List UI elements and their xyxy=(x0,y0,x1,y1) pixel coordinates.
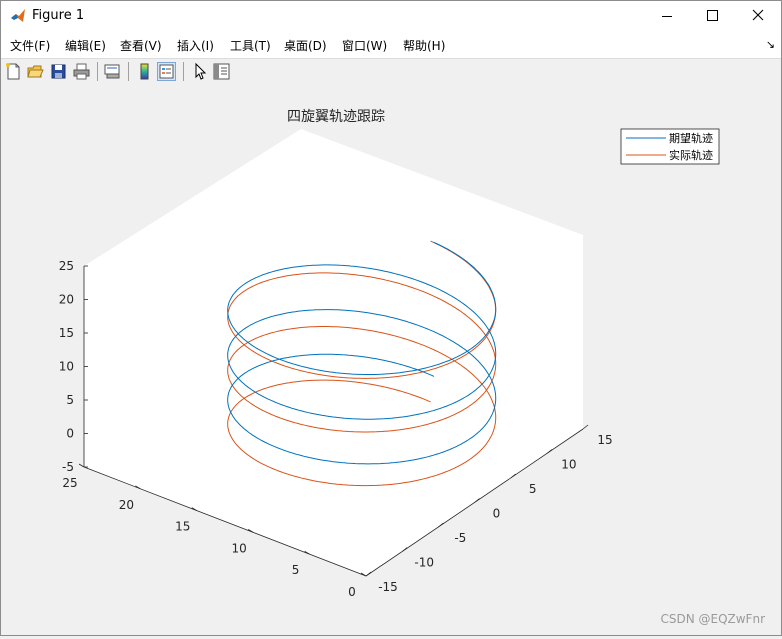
x-tick-label: 10 xyxy=(561,458,576,472)
x-tick-label: 5 xyxy=(529,482,537,496)
legend-label-actual: 实际轨迹 xyxy=(669,148,713,162)
new-figure-button[interactable] xyxy=(4,62,23,81)
menu-edit[interactable]: 编辑(E) xyxy=(65,37,106,54)
window-title: Figure 1 xyxy=(32,8,85,23)
x-tick-label: -15 xyxy=(378,580,398,594)
z-tick-label: 0 xyxy=(66,427,74,441)
z-tick-label: -5 xyxy=(62,460,74,474)
watermark-text: CSDN @EQZwFnr xyxy=(660,612,765,626)
axes-3d[interactable]: 四旋翼轨迹跟踪 -5 0 5 10 15 20 25 0 5 10 15 20 25 -15 -10 -5… xyxy=(1,85,781,635)
y-tick-label: 5 xyxy=(292,563,300,577)
x-tick-label: -10 xyxy=(414,556,434,570)
chart-title: 四旋翼轨迹跟踪 xyxy=(287,109,385,125)
menu-window[interactable]: 窗口(W) xyxy=(342,37,387,54)
maximize-button[interactable] xyxy=(689,1,735,32)
minimize-button[interactable] xyxy=(643,1,689,32)
print-icon xyxy=(73,63,90,80)
title-bar[interactable]: Figure 1 xyxy=(1,1,781,32)
y-tick-label: 10 xyxy=(232,541,247,555)
save-button[interactable] xyxy=(49,62,68,81)
toolbar-separator xyxy=(128,62,129,81)
z-tick-label: 15 xyxy=(59,326,74,340)
y-tick-label: 20 xyxy=(119,498,134,512)
menu-insert[interactable]: 插入(I) xyxy=(177,37,214,54)
axes-background xyxy=(84,129,583,576)
x-tick-label: 0 xyxy=(493,507,501,521)
edit-plot-arrow-icon xyxy=(195,62,207,80)
z-tick-label: 20 xyxy=(59,293,74,307)
menu-view[interactable]: 查看(V) xyxy=(120,37,162,54)
z-tick-label: 5 xyxy=(66,393,74,407)
x-tick-mark xyxy=(582,424,589,430)
legend-label-desired: 期望轨迹 xyxy=(669,131,713,145)
open-file-button[interactable] xyxy=(26,62,45,81)
matlab-logo-icon xyxy=(11,9,25,22)
save-icon xyxy=(51,64,66,79)
toolbar xyxy=(1,58,781,86)
toolbar-separator xyxy=(97,62,98,81)
x-tick-label: -5 xyxy=(454,531,466,545)
y-tick-mark xyxy=(78,463,85,468)
edit-plot-button[interactable] xyxy=(190,62,209,81)
toolbar-separator xyxy=(183,62,184,81)
menu-desktop[interactable]: 桌面(D) xyxy=(284,37,327,54)
menu-help[interactable]: 帮助(H) xyxy=(403,37,445,54)
insert-legend-icon xyxy=(159,64,174,79)
maximize-icon xyxy=(707,10,718,21)
z-tick-label: 10 xyxy=(59,360,74,374)
close-button[interactable] xyxy=(735,1,781,32)
menu-bar: 文件(F) 编辑(E) 查看(V) 插入(I) 工具(T) 桌面(D) 窗口(W… xyxy=(1,32,781,58)
y-tick-label: 0 xyxy=(348,585,356,599)
link-plot-button[interactable] xyxy=(103,62,122,81)
insert-colorbar-button[interactable] xyxy=(135,62,154,81)
y-tick-label: 25 xyxy=(62,476,77,490)
new-figure-icon xyxy=(6,63,20,80)
menu-tools[interactable]: 工具(T) xyxy=(230,37,271,54)
figure-canvas: 四旋翼轨迹跟踪 -5 0 5 10 15 20 25 0 5 10 15 20 25 -15 -10 -5… xyxy=(1,85,781,635)
insert-legend-button[interactable] xyxy=(157,62,176,81)
y-tick-label: 15 xyxy=(175,520,190,534)
link-plot-icon xyxy=(104,64,120,79)
x-tick-label: 15 xyxy=(597,433,612,447)
z-tick-label: 25 xyxy=(59,259,74,273)
insert-colorbar-icon xyxy=(140,63,149,80)
close-icon xyxy=(752,9,764,21)
dock-arrow-icon[interactable]: ↘ xyxy=(766,38,775,51)
minimize-icon xyxy=(662,16,672,17)
print-button[interactable] xyxy=(72,62,91,81)
property-inspector-icon xyxy=(213,63,230,80)
open-file-icon xyxy=(27,65,44,78)
figure-window: Figure 1 文件(F) 编辑(E) 查看(V) 插入(I) 工具(T) 桌… xyxy=(0,0,782,636)
menu-file[interactable]: 文件(F) xyxy=(10,37,50,54)
property-inspector-button[interactable] xyxy=(212,62,231,81)
legend[interactable]: 期望轨迹 实际轨迹 xyxy=(620,128,720,165)
